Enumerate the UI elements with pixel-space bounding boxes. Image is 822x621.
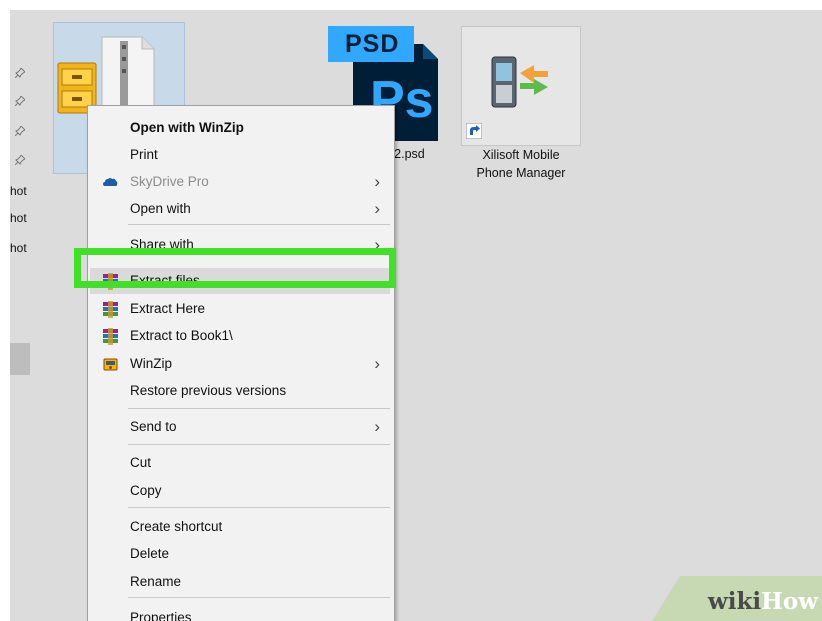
menu-separator	[128, 597, 390, 598]
pin-icon[interactable]	[14, 154, 26, 166]
watermark-text: wikiHow	[707, 588, 818, 615]
menu-item-properties[interactable]: Properties	[88, 605, 394, 621]
pin-icon[interactable]	[14, 95, 26, 107]
menu-item-extract-here[interactable]: Extract Here	[88, 296, 394, 323]
winrar-icon	[103, 301, 118, 318]
pin-icon[interactable]	[14, 125, 26, 137]
menu-item-create-shortcut[interactable]: Create shortcut	[88, 514, 394, 541]
xilisoft-shortcut-tile[interactable]	[461, 26, 581, 146]
submenu-chevron-icon: ›	[374, 199, 380, 218]
menu-item-winzip[interactable]: WinZip ›	[88, 351, 394, 378]
nav-item-label[interactable]: hot	[10, 241, 27, 255]
menu-item-open-with-winzip[interactable]: Open with WinZip	[88, 115, 394, 142]
xilisoft-label-line1[interactable]: Xilisoft Mobile	[456, 146, 586, 164]
psd-badge-text: PSD	[345, 30, 400, 58]
pin-icon[interactable]	[14, 67, 26, 79]
menu-separator	[128, 224, 390, 225]
skydrive-icon	[103, 178, 118, 186]
menu-item-print[interactable]: Print	[88, 142, 394, 169]
menu-item-copy[interactable]: Copy	[88, 478, 394, 505]
menu-item-skydrive-pro[interactable]: SkyDrive Pro ›	[88, 169, 394, 196]
menu-separator	[128, 444, 390, 445]
nav-selected-item[interactable]	[10, 343, 30, 375]
nav-item-label[interactable]: hot	[10, 184, 27, 198]
winrar-icon	[103, 328, 118, 345]
submenu-chevron-icon: ›	[374, 172, 380, 191]
menu-separator	[128, 507, 390, 508]
winzip-icon	[103, 358, 118, 371]
menu-item-delete[interactable]: Delete	[88, 541, 394, 568]
menu-separator	[128, 408, 390, 409]
nav-item-label[interactable]: hot	[10, 211, 27, 225]
menu-item-restore-previous-versions[interactable]: Restore previous versions	[88, 378, 394, 405]
xilisoft-label-line2[interactable]: Phone Manager	[456, 164, 586, 182]
menu-item-cut[interactable]: Cut	[88, 450, 394, 477]
menu-item-send-to[interactable]: Send to ›	[88, 414, 394, 441]
context-menu: Open with WinZip Print SkyDrive Pro › Op…	[87, 105, 395, 621]
submenu-chevron-icon: ›	[374, 354, 380, 373]
desktop-screen: hot hot hot PSD Ps -2.psd Xilisoft Mobil…	[10, 10, 822, 621]
shortcut-arrow-icon	[466, 123, 482, 139]
menu-item-rename[interactable]: Rename	[88, 569, 394, 596]
wikihow-watermark: wikiHow	[652, 576, 822, 621]
submenu-chevron-icon: ›	[374, 417, 380, 436]
menu-item-extract-to-book1[interactable]: Extract to Book1\	[88, 323, 394, 350]
psd-file-label[interactable]: -2.psd	[390, 145, 425, 163]
highlight-box	[74, 248, 396, 288]
menu-item-open-with[interactable]: Open with ›	[88, 196, 394, 223]
